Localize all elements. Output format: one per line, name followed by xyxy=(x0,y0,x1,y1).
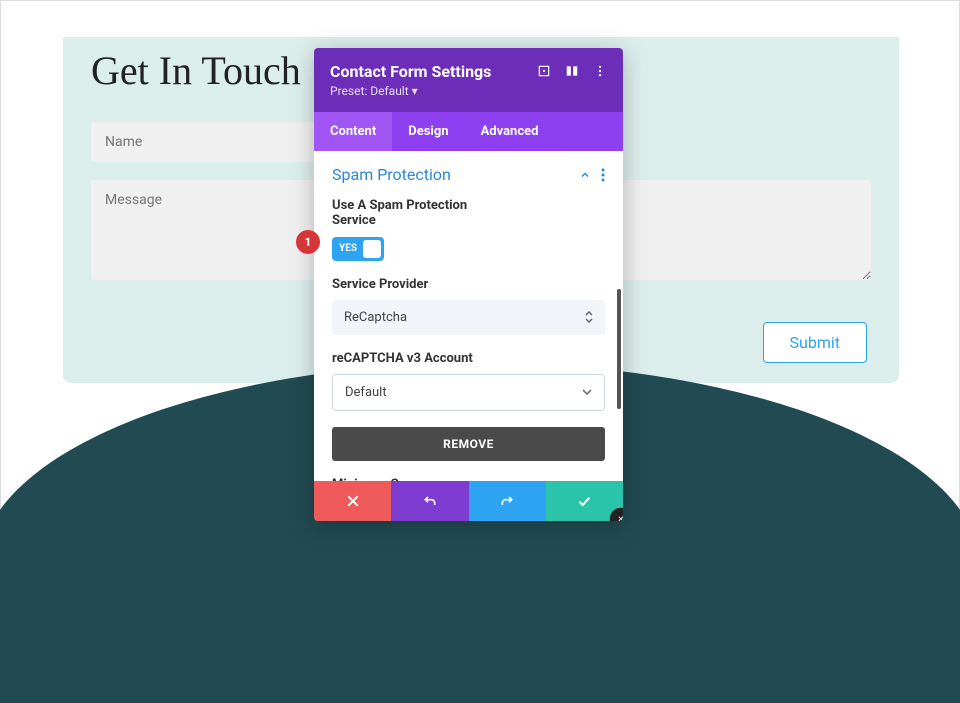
tab-content[interactable]: Content xyxy=(314,112,392,151)
settings-panel: Contact Form Settings Preset: Default ▾ … xyxy=(314,48,623,521)
check-icon xyxy=(576,493,592,509)
close-icon xyxy=(345,493,361,509)
spam-toggle[interactable]: YES xyxy=(332,237,384,261)
provider-select[interactable]: ReCaptcha xyxy=(332,300,605,335)
more-icon[interactable] xyxy=(593,64,607,78)
resize-icon xyxy=(616,514,623,521)
undo-icon xyxy=(422,493,438,509)
tab-advanced[interactable]: Advanced xyxy=(465,112,555,151)
section-title: Spam Protection xyxy=(332,165,451,184)
toggle-value: YES xyxy=(339,243,357,254)
account-field: reCAPTCHA v3 Account Default xyxy=(332,351,605,411)
provider-value: ReCaptcha xyxy=(344,310,407,325)
columns-icon[interactable] xyxy=(565,64,579,78)
panel-header[interactable]: Contact Form Settings Preset: Default ▾ xyxy=(314,48,623,112)
undo-button[interactable] xyxy=(391,481,468,521)
provider-label: Service Provider xyxy=(332,277,605,292)
chevron-down-icon xyxy=(582,389,592,395)
scrollbar[interactable] xyxy=(617,289,621,409)
panel-body: Spam Protection Use A Spam Protection Se… xyxy=(314,151,623,481)
section-header[interactable]: Spam Protection xyxy=(332,165,605,184)
use-spam-label: Use A Spam Protection Service xyxy=(332,198,492,228)
panel-footer xyxy=(314,481,623,521)
provider-field: Service Provider ReCaptcha xyxy=(332,277,605,335)
submit-button[interactable]: Submit xyxy=(763,322,867,363)
panel-title: Contact Form Settings xyxy=(330,62,491,81)
account-label: reCAPTCHA v3 Account xyxy=(332,351,605,366)
panel-tabs: Content Design Advanced xyxy=(314,112,623,151)
panel-preset[interactable]: Preset: Default ▾ xyxy=(330,84,491,98)
redo-icon xyxy=(499,493,515,509)
min-score-field: Minimum Score xyxy=(332,477,605,482)
account-select[interactable]: Default xyxy=(332,374,605,411)
expand-icon[interactable] xyxy=(537,64,551,78)
tab-design[interactable]: Design xyxy=(392,112,464,151)
remove-block: REMOVE xyxy=(332,427,605,461)
redo-button[interactable] xyxy=(469,481,546,521)
toggle-knob xyxy=(363,240,381,258)
select-updown-icon xyxy=(585,311,593,323)
chevron-up-icon[interactable] xyxy=(579,169,591,181)
account-value: Default xyxy=(345,385,387,400)
min-score-label: Minimum Score xyxy=(332,477,605,482)
remove-button[interactable]: REMOVE xyxy=(332,427,605,461)
section-more-icon[interactable] xyxy=(601,168,605,182)
step-marker-1: 1 xyxy=(296,230,320,254)
use-spam-field: Use A Spam Protection Service YES xyxy=(332,198,605,261)
cancel-button[interactable] xyxy=(314,481,391,521)
